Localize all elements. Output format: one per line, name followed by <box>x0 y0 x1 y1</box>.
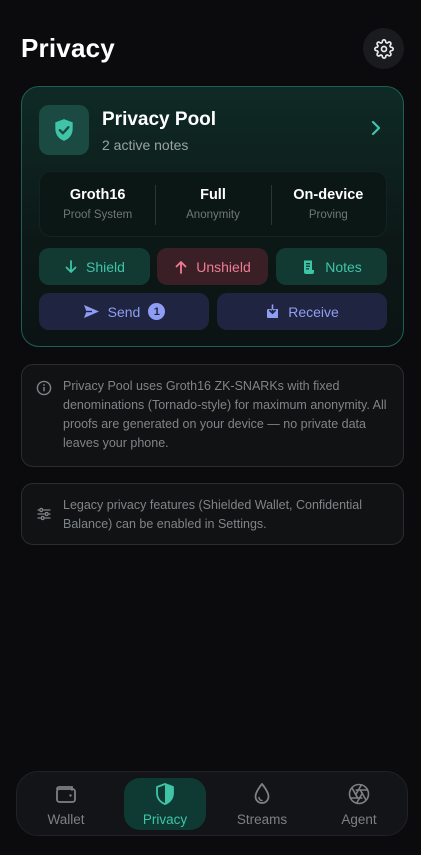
pool-info-text: Privacy Pool uses Groth16 ZK-SNARKs with… <box>63 379 387 450</box>
shield-icon <box>156 782 174 805</box>
receive-label: Receive <box>288 303 339 320</box>
send-count-badge: 1 <box>148 303 166 320</box>
gear-icon <box>373 38 394 59</box>
send-icon <box>83 305 99 318</box>
nav-item-streams[interactable]: Streams <box>221 778 303 830</box>
arrow-up-icon <box>175 260 187 274</box>
wallet-icon <box>56 785 76 803</box>
aperture-icon <box>348 783 370 804</box>
pool-subtitle: 2 active notes <box>102 137 189 153</box>
bottom-nav: Wallet Privacy Streams Agent <box>16 771 408 836</box>
nav-label: Agent <box>341 811 377 827</box>
unshield-button[interactable]: Unshield <box>157 248 268 285</box>
stat-value: Groth16 <box>69 187 126 203</box>
shield-check-icon <box>55 119 73 141</box>
nav-item-wallet[interactable]: Wallet <box>25 778 107 830</box>
stat-label: Anonymity <box>186 209 240 221</box>
header: Privacy <box>0 0 421 100</box>
receive-button[interactable]: Receive <box>217 293 387 330</box>
shield-button[interactable]: Shield <box>39 248 150 285</box>
send-button[interactable]: Send 1 <box>39 293 209 330</box>
receipt-icon <box>304 260 315 274</box>
stat-proving: On-device Proving <box>270 172 386 236</box>
stat-label: Proof System <box>63 209 133 221</box>
chevron-right-icon[interactable] <box>366 118 386 138</box>
notes-label: Notes <box>325 258 362 275</box>
stat-proof-system: Groth16 Proof System <box>40 172 155 236</box>
stat-value: On-device <box>293 187 364 203</box>
stat-anonymity: Full Anonymity <box>155 172 270 236</box>
nav-label: Streams <box>236 811 288 827</box>
droplet-icon <box>254 782 270 804</box>
pool-title: Privacy Pool <box>102 109 217 130</box>
settings-button[interactable] <box>363 28 404 69</box>
send-label: Send <box>107 303 141 320</box>
legacy-info-text: Legacy privacy features (Shielded Wallet… <box>63 498 362 531</box>
nav-label: Wallet <box>47 811 85 827</box>
legacy-info-card: Legacy privacy features (Shielded Wallet… <box>21 483 404 545</box>
notes-button[interactable]: Notes <box>276 248 387 285</box>
pool-icon-tile <box>39 105 89 155</box>
arrow-down-icon <box>65 259 77 273</box>
nav-item-privacy[interactable]: Privacy <box>124 778 206 830</box>
sliders-icon <box>37 507 51 521</box>
nav-label: Privacy <box>142 811 188 827</box>
shield-label: Shield <box>86 258 125 275</box>
pool-stats: Groth16 Proof System Full Anonymity On-d… <box>39 171 387 237</box>
stat-value: Full <box>200 187 226 203</box>
page-title: Privacy <box>21 33 115 63</box>
nav-item-agent[interactable]: Agent <box>318 778 400 830</box>
stat-label: Proving <box>308 209 348 221</box>
privacy-pool-card[interactable]: Privacy Pool 2 active notes Groth16 Proo… <box>21 86 404 347</box>
unshield-label: Unshield <box>196 258 251 275</box>
inbox-download-icon <box>267 303 279 318</box>
info-icon <box>36 380 52 396</box>
pool-info-card: Privacy Pool uses Groth16 ZK-SNARKs with… <box>21 364 404 467</box>
